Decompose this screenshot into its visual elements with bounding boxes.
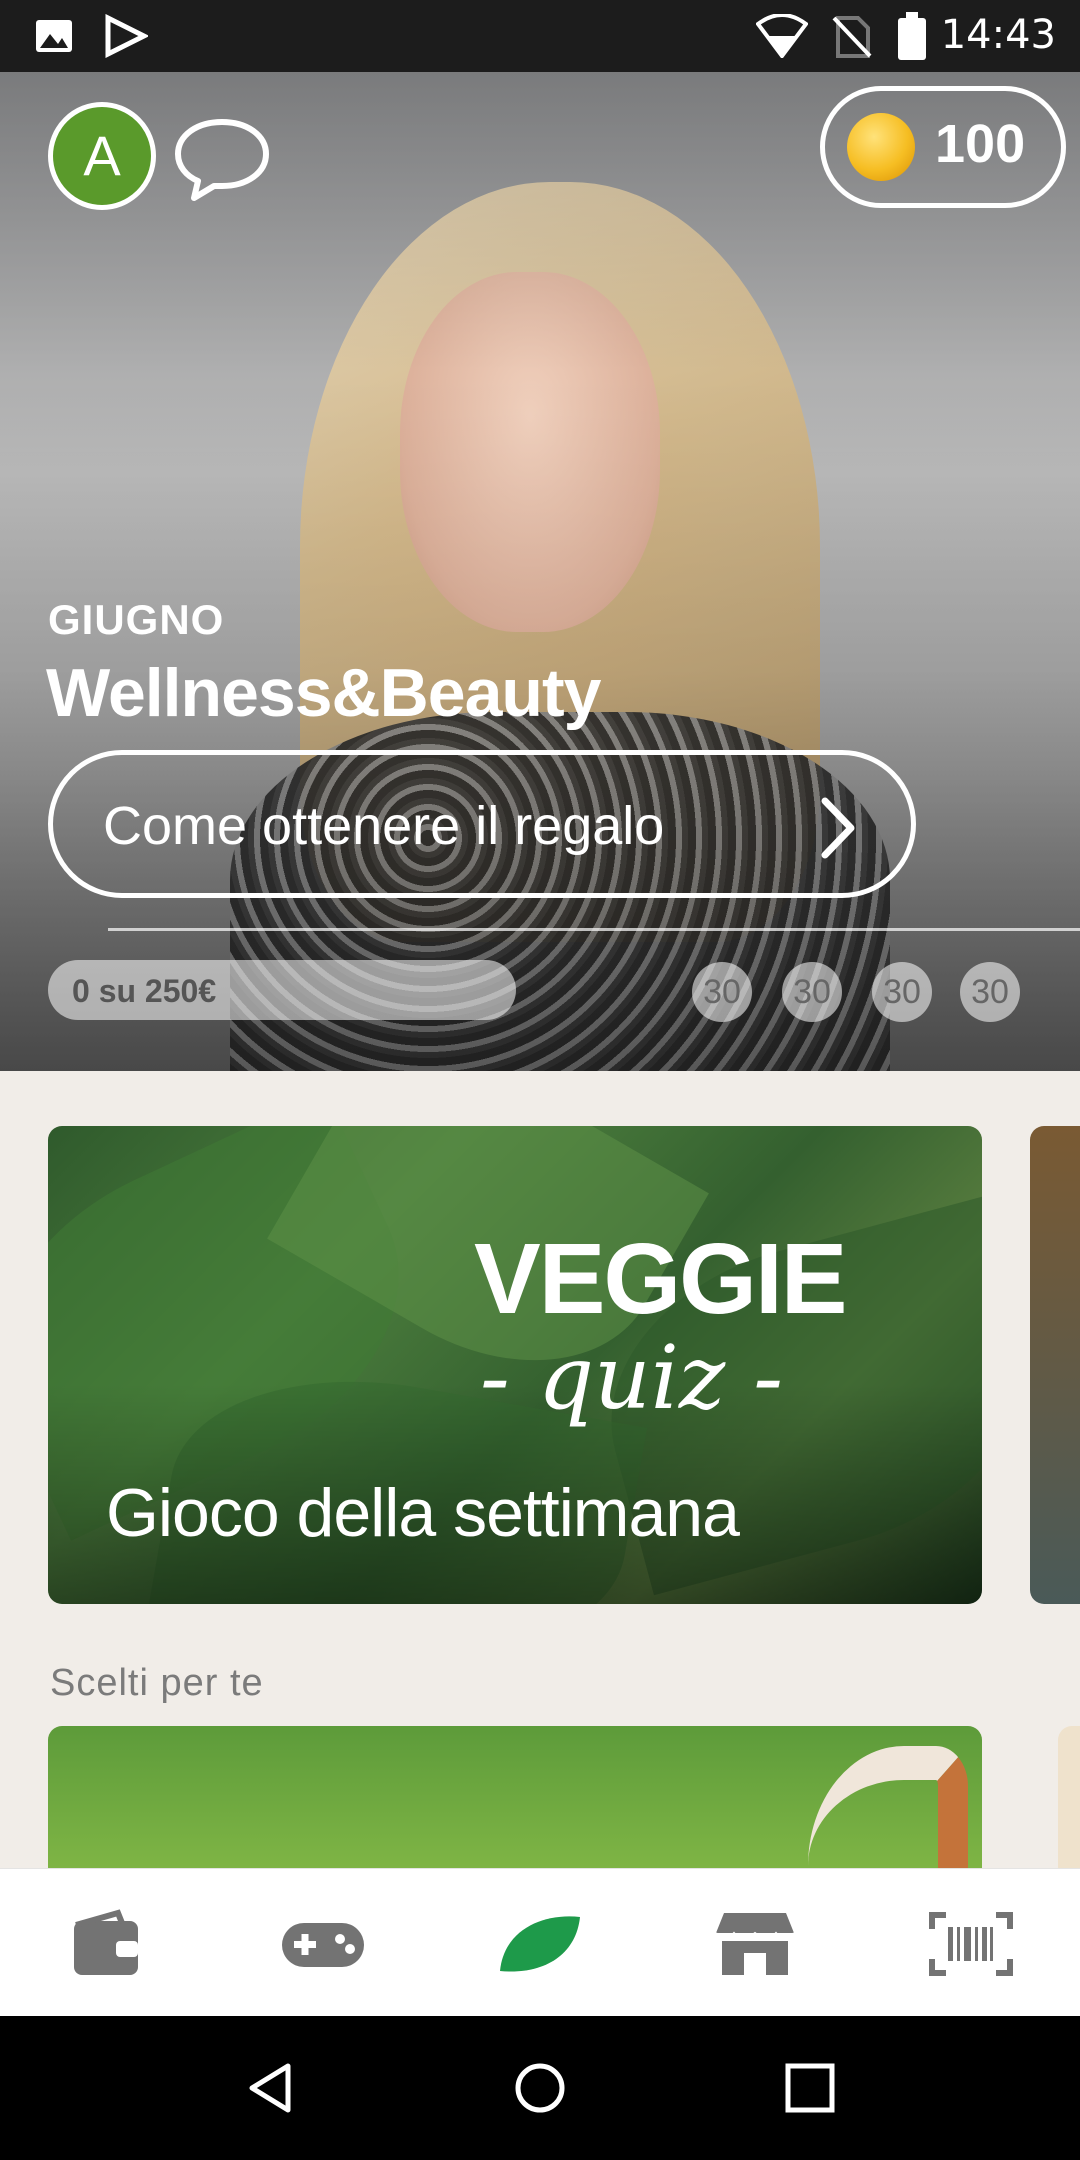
wifi-icon <box>756 14 808 58</box>
next-recommended-card[interactable] <box>1058 1726 1080 1870</box>
how-to-get-gift-button[interactable]: Come ottenere il regalo <box>48 750 916 898</box>
progress-pill: 0 su 250€ <box>48 960 516 1020</box>
campaign-month: GIUGNO <box>48 596 225 643</box>
game-of-week-card[interactable]: VEGGIE - quiz - Gioco della settimana <box>48 1126 982 1604</box>
game-logo-subtitle: - quiz - <box>480 1326 783 1429</box>
home-icon[interactable] <box>510 2058 570 2118</box>
hero-banner[interactable]: A 100 GIUGNO Wellness&Beauty Come ottene… <box>0 72 1080 1071</box>
status-bar: 14:43 <box>0 0 1080 72</box>
milestone-badge: 30 <box>960 962 1020 1022</box>
wallet-icon[interactable] <box>62 1909 152 1979</box>
milestone-badge: 30 <box>872 962 932 1022</box>
battery-icon <box>898 12 926 60</box>
system-navigation-bar <box>0 2016 1080 2160</box>
back-icon[interactable] <box>240 2058 300 2118</box>
game-card-title: Gioco della settimana <box>106 1475 740 1551</box>
leaf-icon[interactable] <box>494 1909 584 1979</box>
campaign-title: Wellness&Beauty <box>46 655 601 731</box>
coins-balance-button[interactable]: 100 <box>820 86 1066 208</box>
bottom-navigation <box>0 1868 1080 2016</box>
game-logo-title: VEGGIE <box>474 1223 847 1335</box>
chat-icon[interactable] <box>172 114 272 204</box>
dog-tail-image <box>808 1746 968 1870</box>
gamepad-icon[interactable] <box>278 1909 368 1979</box>
progress-text: 0 su 250€ <box>72 973 217 1009</box>
section-title: Scelti per te <box>50 1662 264 1704</box>
recommended-card[interactable] <box>48 1726 982 1870</box>
milestone-badge: 30 <box>692 962 752 1022</box>
coin-icon <box>847 113 915 181</box>
no-sim-icon <box>832 16 872 58</box>
milestone-badge: 30 <box>782 962 842 1022</box>
image-notification-icon <box>36 20 72 52</box>
recents-icon[interactable] <box>780 2058 840 2118</box>
clock: 14:43 <box>940 12 1056 58</box>
chevron-right-icon <box>821 797 855 859</box>
play-store-notification-icon <box>105 14 148 58</box>
barcode-scan-icon[interactable] <box>926 1909 1016 1979</box>
store-icon[interactable] <box>710 1909 800 1979</box>
next-carousel-card[interactable] <box>1030 1126 1080 1604</box>
coins-value: 100 <box>935 114 1026 174</box>
avatar[interactable]: A <box>48 102 156 210</box>
progress-track <box>108 928 1080 931</box>
gift-button-label: Come ottenere il regalo <box>103 796 665 856</box>
